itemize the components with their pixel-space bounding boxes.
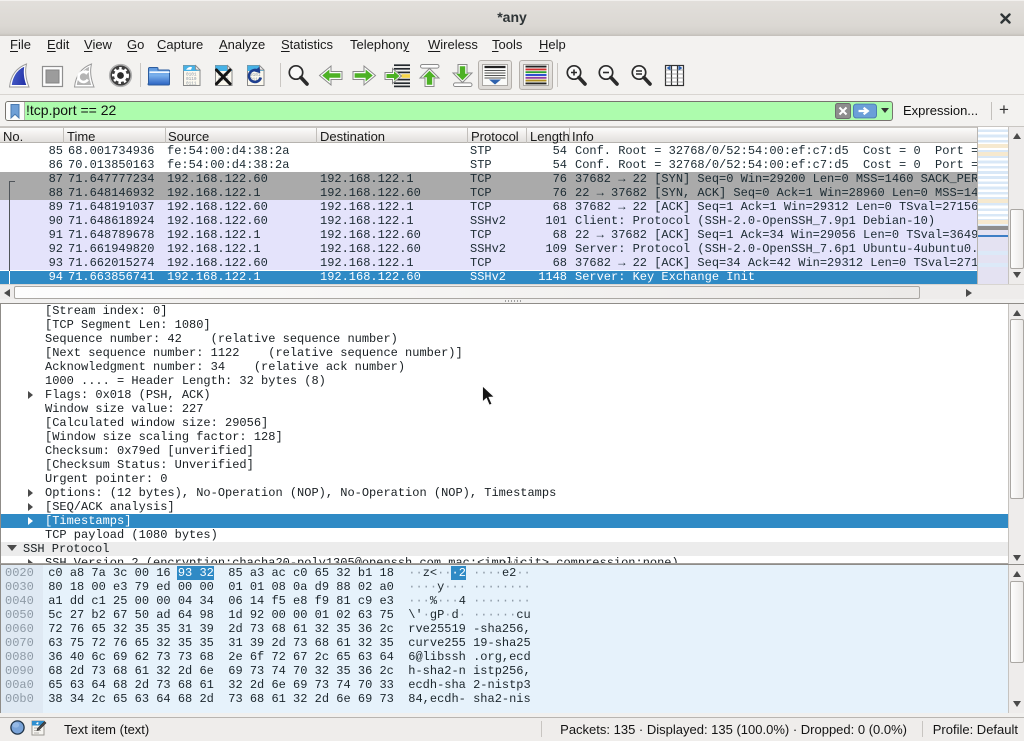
svg-text:0111: 0111	[186, 81, 197, 86]
